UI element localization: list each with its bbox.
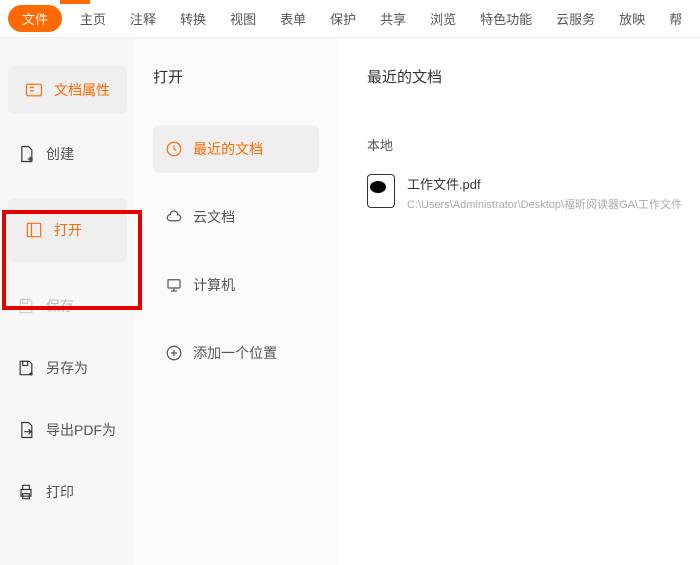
menubar: 文件 主页 注释 转换 视图 表单 保护 共享 浏览 特色功能 云服务 放映 帮 — [0, 0, 700, 38]
tab-file[interactable]: 文件 — [8, 5, 62, 32]
recent-heading: 最近的文档 — [367, 66, 682, 87]
tab-features[interactable]: 特色功能 — [474, 5, 538, 32]
main: 文档属性 创建 打开 保存 另存为 导出PDF为 打印 打开 — [0, 38, 700, 565]
tab-view[interactable]: 视图 — [224, 5, 262, 32]
file-thumb-icon — [367, 174, 395, 208]
sidebar-item-label: 另存为 — [46, 358, 88, 378]
sidebar-item-label: 保存 — [46, 296, 74, 316]
file-meta: 工作文件.pdf C:\Users\Administrator\Desktop\… — [407, 174, 682, 212]
save-icon — [16, 296, 36, 316]
properties-icon — [24, 80, 44, 100]
tab-help[interactable]: 帮 — [663, 5, 688, 32]
computer-icon — [165, 276, 183, 294]
print-icon — [16, 482, 36, 502]
sidebar-item-label: 打印 — [46, 482, 74, 502]
sidebar-item-label: 创建 — [46, 144, 74, 164]
accent-bar — [60, 0, 90, 4]
tab-browse[interactable]: 浏览 — [424, 5, 462, 32]
file-name: 工作文件.pdf — [407, 174, 682, 193]
sidebar-item-label: 文档属性 — [54, 80, 110, 100]
tab-annotate[interactable]: 注释 — [124, 5, 162, 32]
open-panel: 打开 最近的文档 云文档 计算机 添加一个位置 — [135, 38, 337, 565]
sidebar-item-label: 打开 — [54, 220, 82, 240]
open-option-label: 添加一个位置 — [193, 343, 277, 363]
file-path: C:\Users\Administrator\Desktop\福昕阅读器GA\工… — [407, 196, 682, 212]
file-sidebar: 文档属性 创建 打开 保存 另存为 导出PDF为 打印 — [0, 38, 135, 565]
sidebar-item-label: 导出PDF为 — [46, 420, 116, 440]
cloud-icon — [165, 208, 183, 226]
sidebar-item-create[interactable]: 创建 — [0, 130, 135, 178]
tab-protect[interactable]: 保护 — [324, 5, 362, 32]
open-icon — [24, 220, 44, 240]
recent-panel: 最近的文档 本地 工作文件.pdf C:\Users\Administrator… — [337, 38, 700, 565]
tab-share[interactable]: 共享 — [374, 5, 412, 32]
open-panel-title: 打开 — [153, 66, 319, 87]
open-option-recent[interactable]: 最近的文档 — [153, 125, 319, 173]
open-option-label: 最近的文档 — [193, 139, 263, 159]
export-icon — [16, 420, 36, 440]
sidebar-item-saveas[interactable]: 另存为 — [0, 344, 135, 392]
sidebar-item-properties[interactable]: 文档属性 — [8, 66, 127, 114]
tab-cloud[interactable]: 云服务 — [550, 5, 601, 32]
tab-convert[interactable]: 转换 — [174, 5, 212, 32]
recent-section-label: 本地 — [367, 135, 682, 154]
open-option-add-location[interactable]: 添加一个位置 — [153, 329, 319, 377]
plus-icon — [165, 344, 183, 362]
recent-file-item[interactable]: 工作文件.pdf C:\Users\Administrator\Desktop\… — [367, 174, 682, 212]
sidebar-item-save: 保存 — [0, 282, 135, 330]
open-option-cloud[interactable]: 云文档 — [153, 193, 319, 241]
tab-form[interactable]: 表单 — [274, 5, 312, 32]
tab-present[interactable]: 放映 — [613, 5, 651, 32]
open-option-computer[interactable]: 计算机 — [153, 261, 319, 309]
open-option-label: 计算机 — [193, 275, 235, 295]
clock-icon — [165, 140, 183, 158]
create-icon — [16, 144, 36, 164]
sidebar-item-export[interactable]: 导出PDF为 — [0, 406, 135, 454]
sidebar-item-open[interactable]: 打开 — [8, 198, 127, 262]
tab-home[interactable]: 主页 — [74, 5, 112, 32]
saveas-icon — [16, 358, 36, 378]
open-option-label: 云文档 — [193, 207, 235, 227]
sidebar-item-print[interactable]: 打印 — [0, 468, 135, 516]
